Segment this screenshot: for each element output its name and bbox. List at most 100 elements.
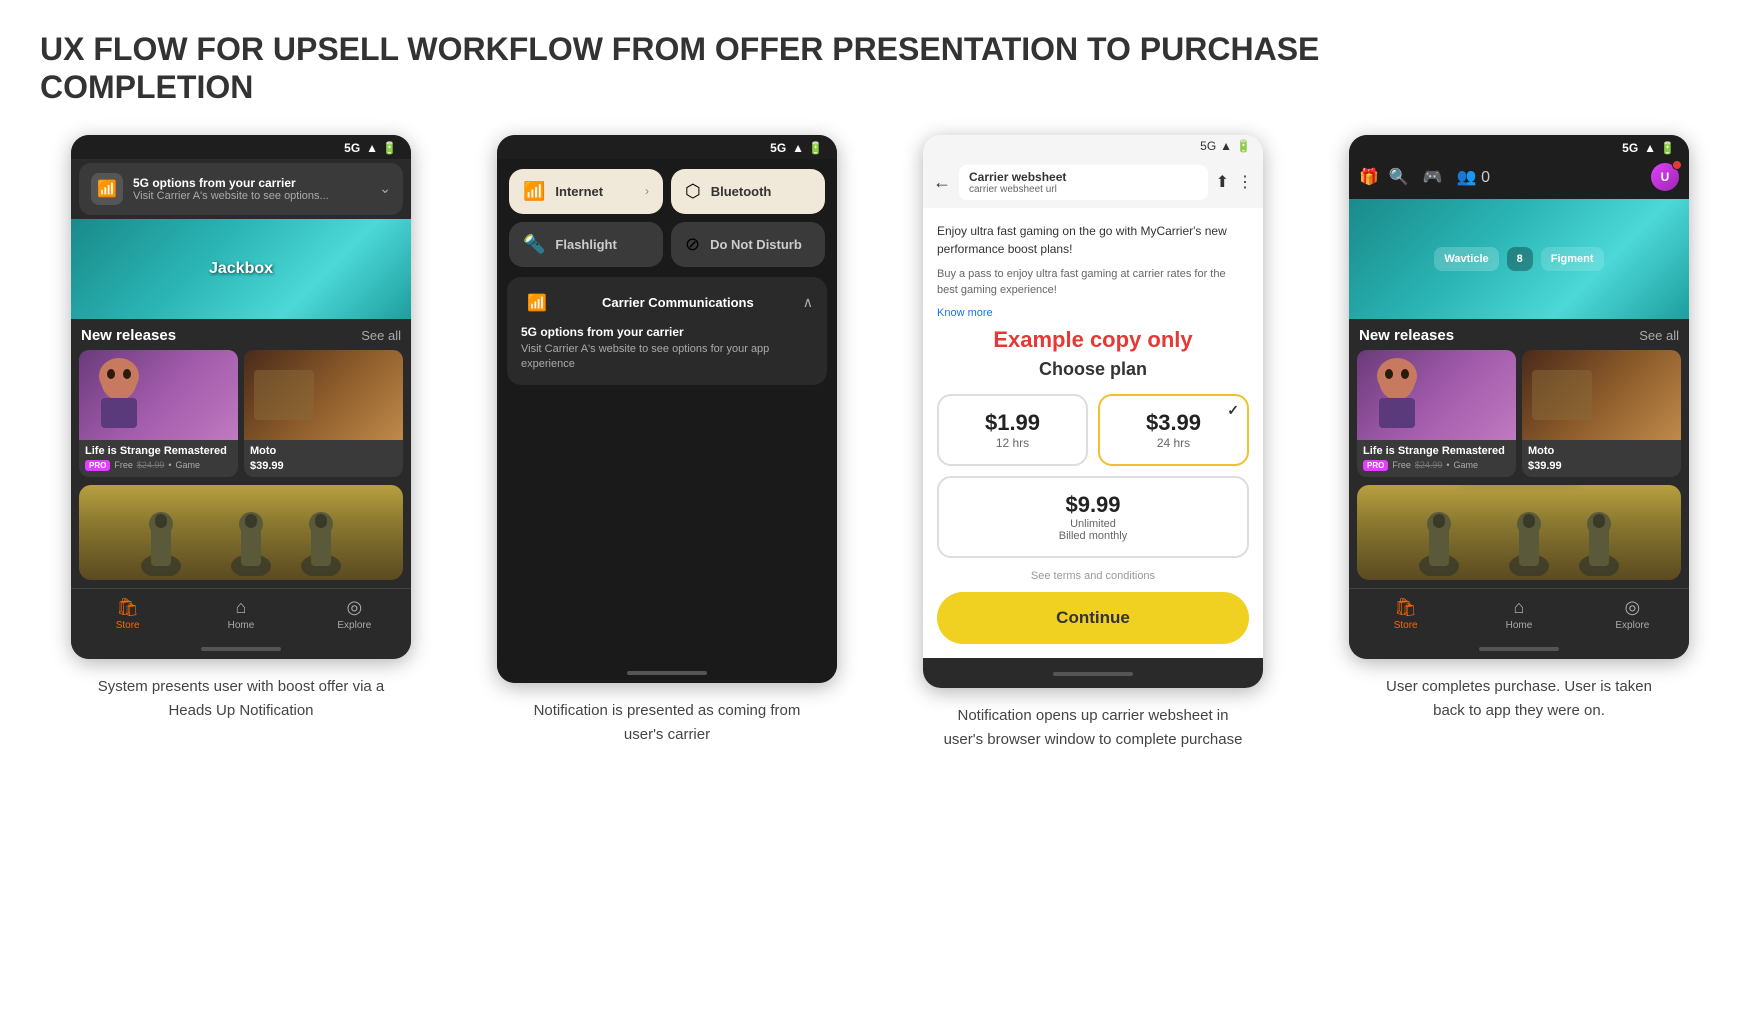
screen3-bottom-bar bbox=[923, 658, 1263, 688]
big-game-card[interactable] bbox=[79, 485, 403, 580]
screen1-description: System presents user with boost offer vi… bbox=[81, 675, 401, 723]
screen4-moto-img-svg bbox=[1522, 350, 1602, 440]
screen2-empty-area bbox=[497, 385, 837, 665]
back-button[interactable]: ← bbox=[933, 172, 951, 193]
explore-label: Explore bbox=[337, 620, 371, 631]
screen4-game-cards-row: Life is Strange Remastered PRO Free $24.… bbox=[1349, 350, 1689, 485]
bluetooth-label: Bluetooth bbox=[711, 184, 772, 199]
battery-icon4: 🔋 bbox=[1660, 141, 1675, 155]
plan-options-row: $1.99 12 hrs ✓ $3.99 24 hrs bbox=[937, 394, 1249, 466]
top-bar-icons: 🔍 🎮 👥 0 bbox=[1389, 167, 1490, 187]
nav-home[interactable]: ⌂ Home bbox=[184, 597, 297, 631]
plan-399[interactable]: ✓ $3.99 24 hrs bbox=[1098, 394, 1249, 466]
screen3-frame: 5G ▲ 🔋 ← Carrier websheet carrier webshe… bbox=[923, 135, 1263, 688]
example-copy-label: Example copy only bbox=[937, 327, 1249, 353]
nav-store[interactable]: 🛍 Store bbox=[71, 597, 184, 631]
home-bar bbox=[201, 647, 281, 651]
plan-999-label1: Unlimited bbox=[949, 518, 1237, 530]
original-price: $24.99 bbox=[137, 460, 165, 470]
carrier-notif-section[interactable]: 📶 Carrier Communications ∧ 5G options fr… bbox=[507, 277, 827, 385]
screen4-big-game-card[interactable]: Boost activated bbox=[1357, 485, 1681, 580]
lis-character-svg bbox=[79, 350, 159, 440]
nav-explore[interactable]: ◎ Explore bbox=[298, 597, 411, 631]
know-more-link[interactable]: Know more bbox=[937, 307, 993, 319]
lis-card-meta: PRO Free $24.99 • Game bbox=[85, 460, 232, 471]
soldier-scene bbox=[79, 485, 403, 580]
search-icon[interactable]: 🔍 bbox=[1389, 167, 1409, 187]
screen4-explore-label: Explore bbox=[1615, 620, 1649, 631]
screen4-status-icons: ▲ 🔋 bbox=[1644, 141, 1675, 155]
screen4-original-price: $24.99 bbox=[1415, 460, 1443, 470]
avatar[interactable]: U bbox=[1651, 163, 1679, 191]
screen4-soldier-scene bbox=[1357, 485, 1681, 580]
internet-label: Internet bbox=[555, 184, 603, 199]
signal-icon: ▲ bbox=[366, 141, 378, 155]
flashlight-tile[interactable]: 🔦 Flashlight bbox=[509, 222, 663, 267]
continue-button[interactable]: Continue bbox=[937, 592, 1249, 644]
internet-arrow-icon: › bbox=[645, 184, 649, 198]
signal-icon4: ▲ bbox=[1644, 141, 1656, 155]
screen4-lis-card-name: Life is Strange Remastered bbox=[1363, 445, 1510, 458]
screen4-frame: 5G ▲ 🔋 🎁 🔍 🎮 👥 0 U bbox=[1349, 135, 1689, 659]
moto-card-img bbox=[244, 350, 403, 440]
bluetooth-tile[interactable]: ⬡ Bluetooth bbox=[671, 169, 825, 214]
carrier-notif-body-text: Visit Carrier A's website to see options… bbox=[521, 342, 813, 373]
screen4-moto-card-img bbox=[1522, 350, 1681, 440]
wifi-icon: 📶 bbox=[523, 181, 545, 202]
soldier-svg bbox=[101, 496, 381, 576]
game-cards-row: Life is Strange Remastered PRO Free $24.… bbox=[71, 350, 411, 485]
home-indicator bbox=[71, 641, 411, 659]
more-options-icon[interactable]: ⋮ bbox=[1237, 172, 1253, 192]
banner-game-title: Jackbox bbox=[209, 260, 273, 278]
carrier-notif-expand-icon[interactable]: ∧ bbox=[803, 294, 813, 311]
screen4-home-indicator bbox=[1349, 641, 1689, 659]
screen4-nav-explore[interactable]: ◎ Explore bbox=[1576, 597, 1689, 631]
new-releases-title: New releases bbox=[81, 327, 176, 344]
gamepad-icon[interactable]: 🎮 bbox=[1423, 167, 1443, 187]
screen4-nav-store[interactable]: 🛍 Store bbox=[1349, 597, 1462, 631]
signal-icon2: ▲ bbox=[792, 141, 804, 155]
bottom-nav: 🛍 Store ⌂ Home ◎ Explore bbox=[71, 588, 411, 641]
notification-banner[interactable]: 📶 5G options from your carrier Visit Car… bbox=[79, 163, 403, 215]
flashlight-label: Flashlight bbox=[555, 237, 616, 252]
people-icon[interactable]: 👥 0 bbox=[1457, 167, 1490, 187]
carrier-notif-icon: 📶 bbox=[91, 173, 123, 205]
screen4-lis-character-svg bbox=[1357, 350, 1437, 440]
screen2-status-5g: 5G bbox=[770, 141, 786, 155]
plan-199-duration: 12 hrs bbox=[949, 436, 1076, 450]
plan-999[interactable]: $9.99 Unlimited Billed monthly bbox=[937, 476, 1249, 558]
game-card-lis[interactable]: Life is Strange Remastered PRO Free $24.… bbox=[79, 350, 238, 477]
share-icon[interactable]: ⬆ bbox=[1216, 172, 1229, 192]
notif-expand-icon[interactable]: ⌄ bbox=[379, 180, 391, 197]
notif-title: 5G options from your carrier bbox=[133, 176, 369, 190]
screen4-game-card-moto[interactable]: Moto $39.99 bbox=[1522, 350, 1681, 477]
moto-card-name: Moto bbox=[250, 445, 397, 458]
promo-text: Enjoy ultra fast gaming on the go with M… bbox=[937, 222, 1249, 258]
screen4-description: User completes purchase. User is taken b… bbox=[1359, 675, 1679, 723]
do-not-disturb-tile[interactable]: ⊘ Do Not Disturb bbox=[671, 222, 825, 267]
notif-subtitle: Visit Carrier A's website to see options… bbox=[133, 190, 369, 202]
screen4-new-releases-title: New releases bbox=[1359, 327, 1454, 344]
see-all-link[interactable]: See all bbox=[361, 328, 401, 343]
internet-tile[interactable]: 📶 Internet › bbox=[509, 169, 663, 214]
game-type-label: Game bbox=[176, 460, 201, 470]
screen4-game-card-lis[interactable]: Life is Strange Remastered PRO Free $24.… bbox=[1357, 350, 1516, 477]
screen4-moto-card-name: Moto bbox=[1528, 445, 1675, 458]
do-not-disturb-label: Do Not Disturb bbox=[710, 237, 802, 252]
moto-price: $39.99 bbox=[250, 460, 284, 472]
game-card-moto[interactable]: Moto $39.99 bbox=[244, 350, 403, 477]
carrier-notif-body: 5G options from your carrier Visit Carri… bbox=[507, 325, 827, 385]
screen4-lis-card-info: Life is Strange Remastered PRO Free $24.… bbox=[1357, 440, 1516, 476]
notif-text-block: 5G options from your carrier Visit Carri… bbox=[133, 176, 369, 202]
choose-plan-title: Choose plan bbox=[937, 359, 1249, 380]
plan-199[interactable]: $1.99 12 hrs bbox=[937, 394, 1088, 466]
screen4-free-label: Free bbox=[1392, 460, 1411, 470]
lis-card-img bbox=[79, 350, 238, 440]
screen4-game-type-label: Game bbox=[1454, 460, 1479, 470]
screen4-see-all-link[interactable]: See all bbox=[1639, 328, 1679, 343]
screen4-moto-card-info: Moto $39.99 bbox=[1522, 440, 1681, 477]
terms-link[interactable]: See terms and conditions bbox=[937, 570, 1249, 582]
battery-icon2: 🔋 bbox=[808, 141, 823, 155]
screen4-nav-home[interactable]: ⌂ Home bbox=[1462, 597, 1575, 631]
battery-icon: 🔋 bbox=[382, 141, 397, 155]
